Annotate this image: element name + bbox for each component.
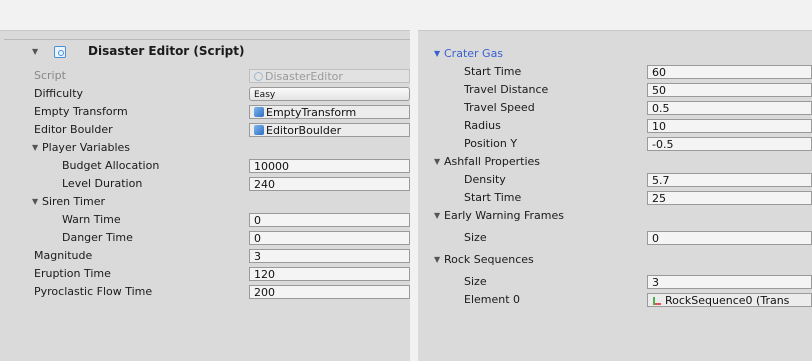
early-warning-size-label: Size (464, 231, 487, 244)
inspector-panel-right: ▼ Crater Gas Start Time 60 Travel Distan… (418, 30, 812, 361)
position-y-input[interactable]: -0.5 (647, 137, 812, 151)
rock-element-0-row: Element 0 RockSequence0 (Trans (418, 291, 812, 308)
difficulty-row: Difficulty Easy (0, 85, 410, 102)
script-field: DisasterEditor (249, 69, 410, 83)
foldout-open-icon[interactable]: ▼ (32, 139, 38, 156)
foldout-open-icon[interactable]: ▼ (32, 43, 38, 60)
level-duration-label: Level Duration (62, 177, 143, 190)
level-duration-input[interactable]: 240 (249, 177, 410, 191)
budget-allocation-label: Budget Allocation (62, 159, 160, 172)
empty-transform-label: Empty Transform (34, 105, 128, 118)
rock-element-0-value: RockSequence0 (Trans (665, 294, 790, 307)
early-warning-frames-foldout[interactable]: ▼ Early Warning Frames (418, 207, 812, 224)
script-label: Script (34, 69, 66, 82)
warn-time-input[interactable]: 0 (249, 213, 410, 227)
position-y-row: Position Y -0.5 (418, 135, 812, 152)
magnitude-label: Magnitude (34, 249, 93, 262)
rock-sequences-size-label: Size (464, 275, 487, 288)
travel-speed-row: Travel Speed 0.5 (418, 99, 812, 116)
magnitude-input[interactable]: 3 (249, 249, 410, 263)
danger-time-label: Danger Time (62, 231, 133, 244)
ashfall-start-time-row: Start Time 25 (418, 189, 812, 206)
component-separator (4, 39, 410, 40)
eruption-time-input[interactable]: 120 (249, 267, 410, 281)
danger-time-row: Danger Time 0 (0, 229, 410, 246)
danger-time-input[interactable]: 0 (249, 231, 410, 245)
rock-sequences-label: Rock Sequences (444, 253, 534, 266)
empty-transform-value: EmptyTransform (266, 106, 357, 119)
density-row: Density 5.7 (418, 171, 812, 188)
pyroclastic-flow-time-row: Pyroclastic Flow Time 200 (0, 283, 410, 300)
travel-speed-input[interactable]: 0.5 (647, 101, 812, 115)
editor-boulder-value: EditorBoulder (266, 124, 342, 137)
foldout-open-icon[interactable]: ▼ (434, 153, 440, 170)
inspector-panel-left: ▼ Disaster Editor (Script) Script Disast… (0, 30, 410, 361)
rock-element-0-label: Element 0 (464, 293, 521, 306)
radius-input[interactable]: 10 (647, 119, 812, 133)
script-row: Script DisasterEditor (0, 67, 410, 84)
warn-time-label: Warn Time (62, 213, 121, 226)
script-icon (254, 72, 263, 81)
crater-start-time-label: Start Time (464, 65, 522, 78)
foldout-open-icon[interactable]: ▼ (434, 45, 440, 62)
difficulty-dropdown[interactable]: Easy (249, 87, 410, 101)
crater-start-time-input[interactable]: 60 (647, 65, 812, 79)
budget-allocation-input[interactable]: 10000 (249, 159, 410, 173)
pyroclastic-flow-time-input[interactable]: 200 (249, 285, 410, 299)
transform-icon (652, 295, 663, 306)
position-y-label: Position Y (464, 137, 518, 150)
warn-time-row: Warn Time 0 (0, 211, 410, 228)
component-header[interactable]: ▼ Disaster Editor (Script) (0, 43, 410, 60)
travel-distance-row: Travel Distance 50 (418, 81, 812, 98)
player-variables-label: Player Variables (42, 141, 130, 154)
editor-boulder-row: Editor Boulder EditorBoulder (0, 121, 410, 138)
foldout-open-icon[interactable]: ▼ (434, 207, 440, 224)
ashfall-start-time-label: Start Time (464, 191, 522, 204)
foldout-open-icon[interactable]: ▼ (434, 251, 440, 268)
rock-sequences-foldout[interactable]: ▼ Rock Sequences (418, 251, 812, 268)
script-value: DisasterEditor (265, 70, 343, 83)
travel-distance-input[interactable]: 50 (647, 83, 812, 97)
density-input[interactable]: 5.7 (647, 173, 812, 187)
rock-sequences-size-input[interactable]: 3 (647, 275, 812, 289)
empty-transform-field[interactable]: EmptyTransform (249, 105, 410, 119)
eruption-time-row: Eruption Time 120 (0, 265, 410, 282)
component-title: Disaster Editor (Script) (88, 44, 245, 58)
travel-speed-label: Travel Speed (464, 101, 535, 114)
crater-gas-foldout[interactable]: ▼ Crater Gas (418, 45, 812, 62)
prefab-icon (254, 125, 264, 135)
eruption-time-label: Eruption Time (34, 267, 111, 280)
crater-gas-label: Crater Gas (444, 47, 504, 60)
prefab-icon (254, 107, 264, 117)
magnitude-row: Magnitude 3 (0, 247, 410, 264)
editor-boulder-label: Editor Boulder (34, 123, 113, 136)
early-warning-frames-label: Early Warning Frames (444, 209, 565, 222)
siren-timer-label: Siren Timer (42, 195, 105, 208)
level-duration-row: Level Duration 240 (0, 175, 410, 192)
early-warning-size-row: Size 0 (418, 229, 812, 246)
ashfall-properties-label: Ashfall Properties (444, 155, 541, 168)
ashfall-start-time-input[interactable]: 25 (647, 191, 812, 205)
difficulty-label: Difficulty (34, 87, 84, 100)
radius-label: Radius (464, 119, 501, 132)
empty-transform-row: Empty Transform EmptyTransform (0, 103, 410, 120)
difficulty-value: Easy (254, 90, 276, 100)
siren-timer-foldout[interactable]: ▼ Siren Timer (0, 193, 410, 210)
rock-element-0-field[interactable]: RockSequence0 (Trans (647, 293, 812, 307)
early-warning-size-input[interactable]: 0 (647, 231, 812, 245)
budget-allocation-row: Budget Allocation 10000 (0, 157, 410, 174)
script-component-icon (54, 46, 66, 58)
pyroclastic-flow-time-label: Pyroclastic Flow Time (34, 285, 153, 298)
player-variables-foldout[interactable]: ▼ Player Variables (0, 139, 410, 156)
travel-distance-label: Travel Distance (464, 83, 549, 96)
radius-row: Radius 10 (418, 117, 812, 134)
crater-start-time-row: Start Time 60 (418, 63, 812, 80)
foldout-open-icon[interactable]: ▼ (32, 193, 38, 210)
ashfall-properties-foldout[interactable]: ▼ Ashfall Properties (418, 153, 812, 170)
density-label: Density (464, 173, 506, 186)
editor-boulder-field[interactable]: EditorBoulder (249, 123, 410, 137)
rock-sequences-size-row: Size 3 (418, 273, 812, 290)
